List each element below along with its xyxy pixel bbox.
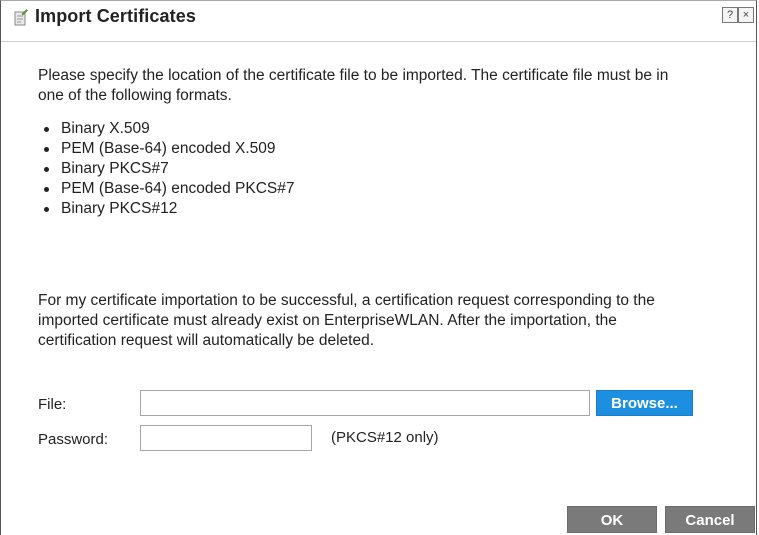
dialog-title: Import Certificates <box>35 6 196 26</box>
file-label: File: <box>38 396 67 413</box>
bullet-icon <box>44 147 49 152</box>
password-label: Password: <box>38 431 109 448</box>
bullet-icon <box>44 187 49 192</box>
close-button[interactable]: × <box>738 7 754 23</box>
format-item: Binary PKCS#7 <box>38 159 294 179</box>
browse-button[interactable]: Browse... <box>596 390 693 416</box>
format-label: Binary X.509 <box>61 120 150 137</box>
title-bar: Import Certificates ? × <box>1 1 756 37</box>
title-divider <box>1 41 756 42</box>
importation-note: For my certificate importation to be suc… <box>38 292 655 349</box>
import-certificates-dialog: Import Certificates ? × Please specify t… <box>0 0 757 535</box>
cancel-button[interactable]: Cancel <box>665 506 755 533</box>
file-path-input[interactable] <box>140 390 590 416</box>
pkcs12-only-note: (PKCS#12 only) <box>331 429 439 446</box>
format-label: Binary PKCS#7 <box>61 160 169 177</box>
bullet-icon <box>44 127 49 132</box>
ok-button[interactable]: OK <box>567 506 657 533</box>
password-input[interactable] <box>140 425 312 451</box>
intro-text: Please specify the location of the certi… <box>38 67 669 104</box>
format-label: Binary PKCS#12 <box>61 200 178 217</box>
certificate-edit-icon <box>14 9 28 26</box>
help-button[interactable]: ? <box>722 7 738 23</box>
format-item: Binary PKCS#12 <box>38 199 294 219</box>
bullet-icon <box>44 167 49 172</box>
bullet-icon <box>44 207 49 212</box>
format-item: PEM (Base-64) encoded PKCS#7 <box>38 179 294 199</box>
format-item: PEM (Base-64) encoded X.509 <box>38 139 294 159</box>
format-item: Binary X.509 <box>38 119 294 139</box>
format-list: Binary X.509 PEM (Base-64) encoded X.509… <box>38 119 294 219</box>
format-label: PEM (Base-64) encoded X.509 <box>61 140 276 157</box>
format-label: PEM (Base-64) encoded PKCS#7 <box>61 180 295 197</box>
